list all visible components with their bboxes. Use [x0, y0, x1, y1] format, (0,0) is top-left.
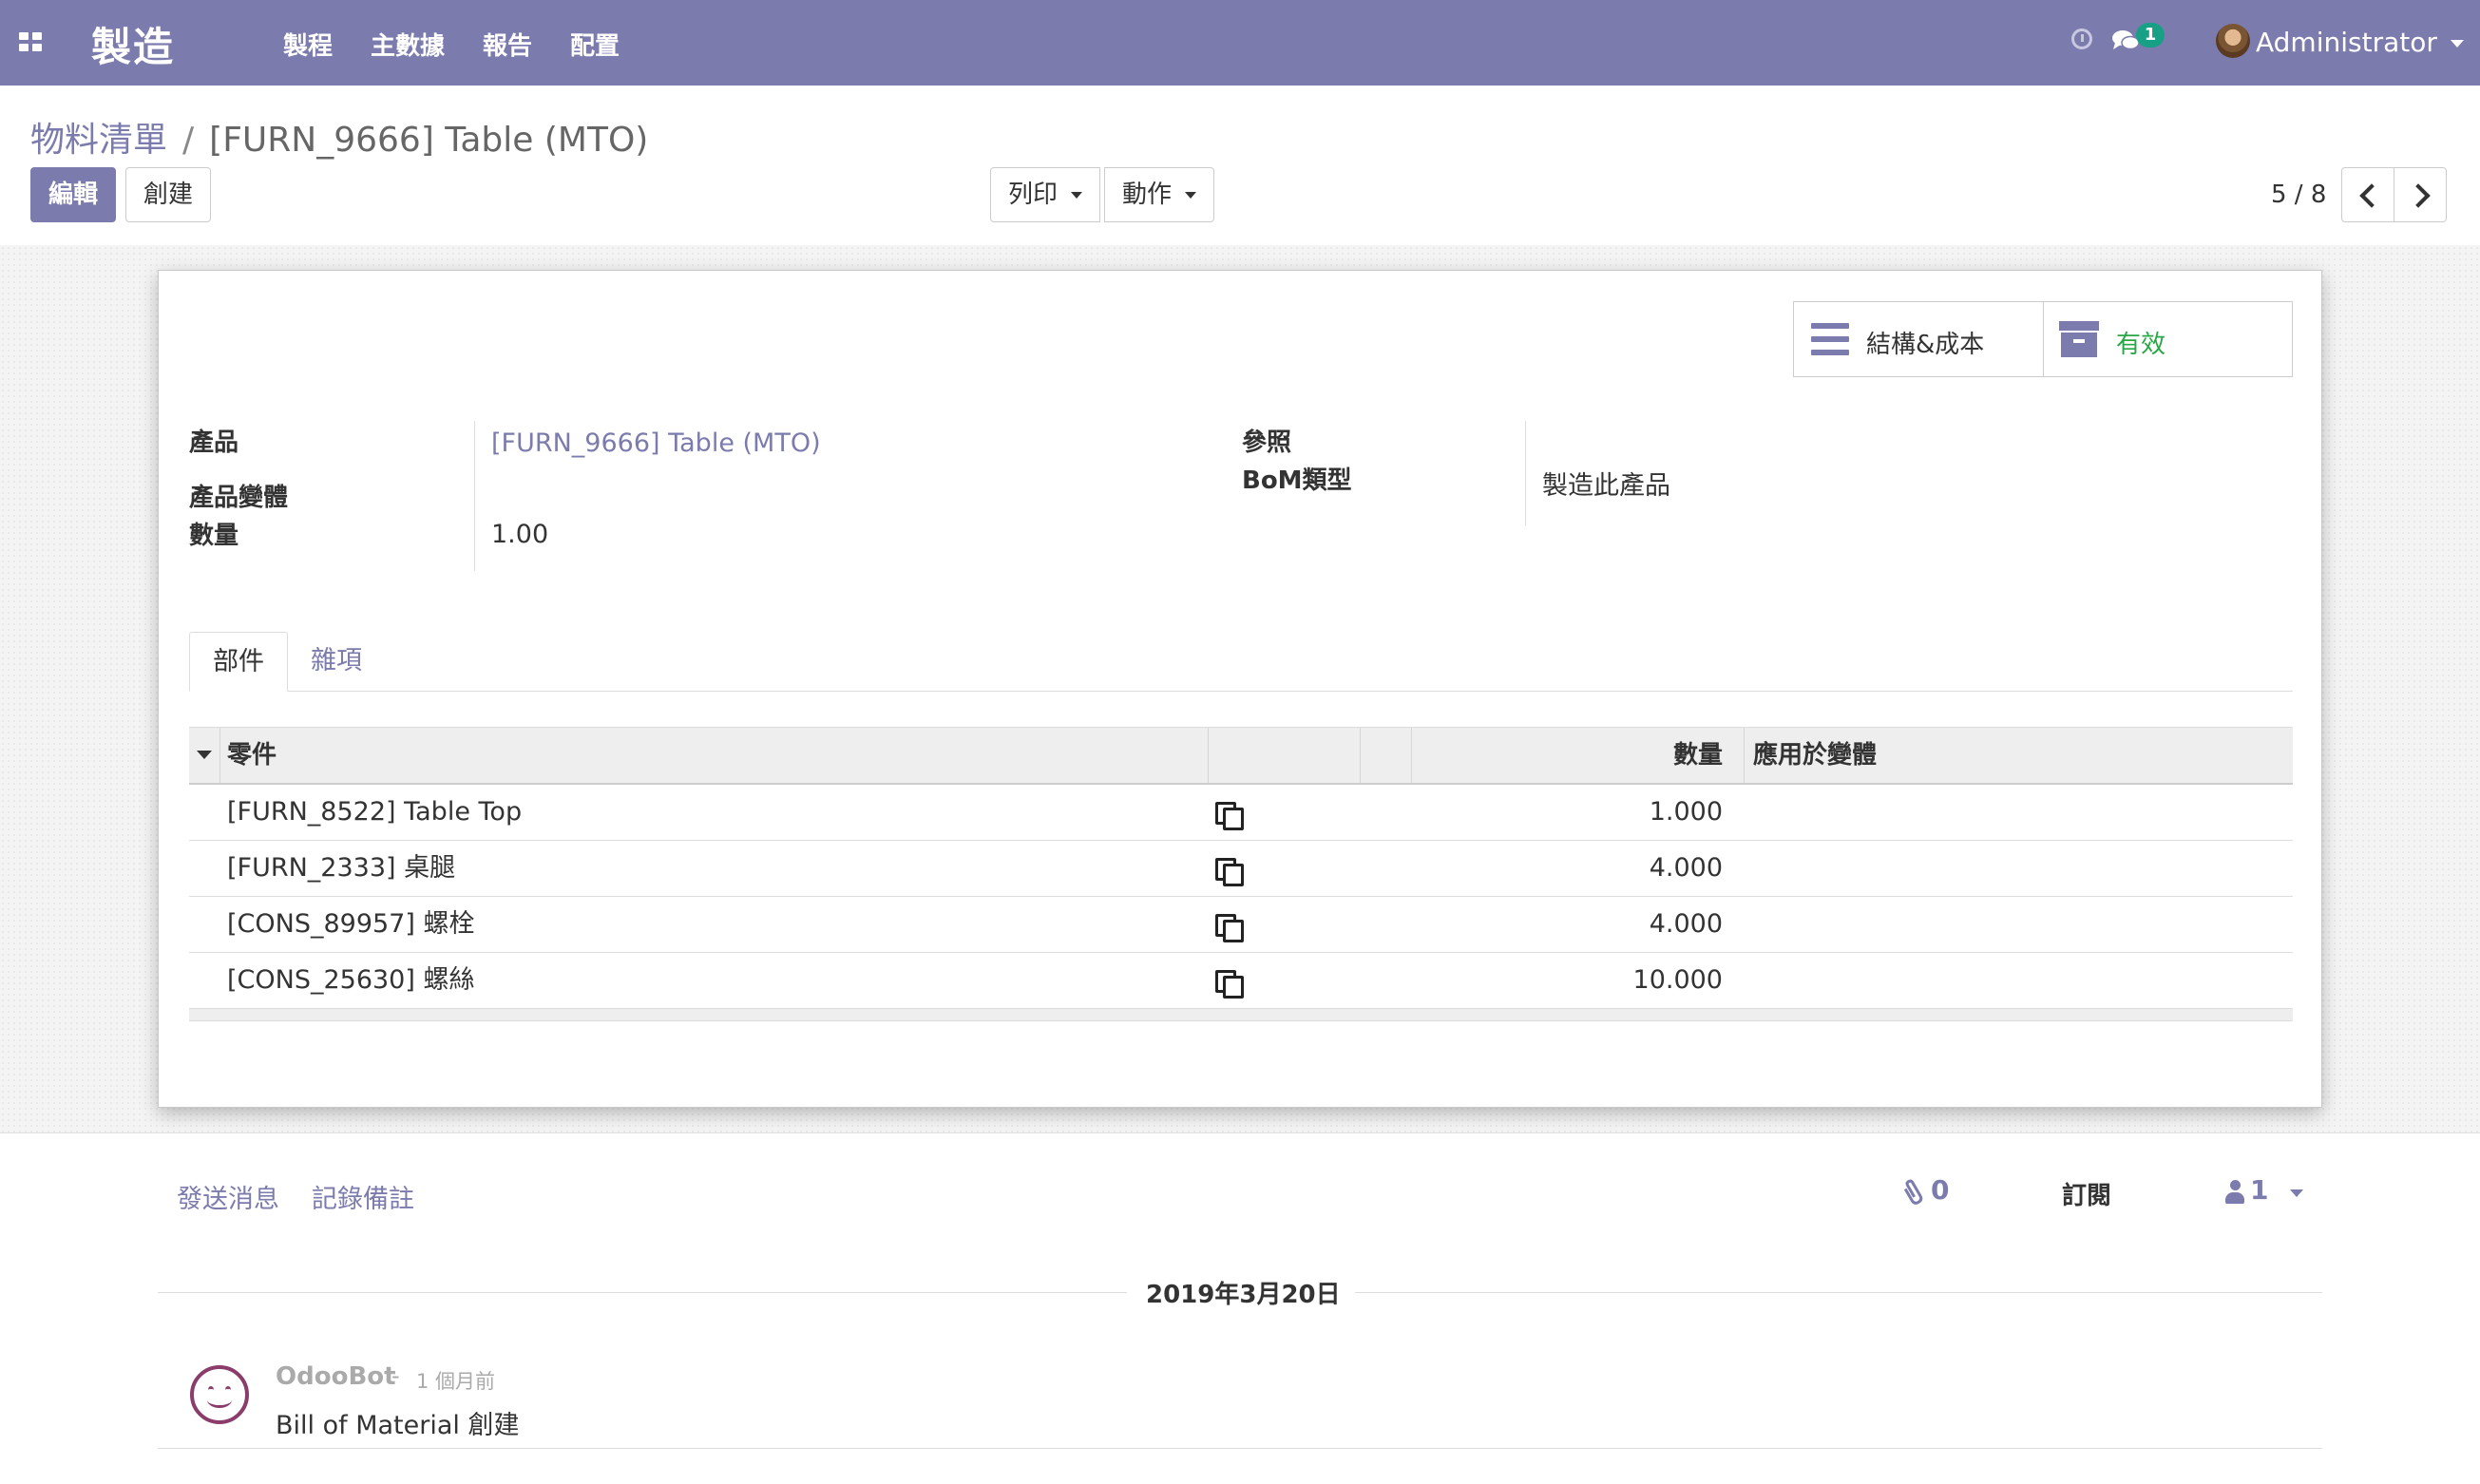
- pager-value[interactable]: 5 / 8: [2271, 181, 2326, 209]
- notebook-tabs: 部件 雜項: [189, 632, 2293, 692]
- tab-components[interactable]: 部件: [189, 632, 288, 692]
- active-label: 有效: [2116, 331, 2166, 359]
- quantity-field[interactable]: 1.00: [491, 520, 548, 549]
- create-button[interactable]: 創建: [125, 167, 212, 222]
- avatar[interactable]: [2216, 24, 2250, 58]
- column-header-component[interactable]: 零件: [227, 728, 277, 783]
- table-footer: [189, 1009, 2293, 1021]
- print-dropdown[interactable]: 列印: [990, 167, 1101, 222]
- component-qty: 1.000: [1649, 797, 1723, 827]
- component-qty: 4.000: [1649, 853, 1723, 883]
- component-qty: 10.000: [1632, 965, 1723, 995]
- message-divider: [158, 1448, 2322, 1449]
- tab-miscellaneous[interactable]: 雜項: [288, 632, 385, 691]
- bom-type-label: BoM類型: [1242, 466, 1352, 495]
- action-dropdown[interactable]: 動作: [1104, 167, 1215, 222]
- date-separator: 2019年3月20日: [1146, 1281, 1341, 1309]
- chevron-down-icon[interactable]: [2290, 1189, 2303, 1197]
- control-panel: 物料清單 / [FURN_9666] Table (MTO) 編輯 創建 列印 動作…: [0, 86, 2480, 246]
- clock-icon[interactable]: [2071, 29, 2092, 49]
- smart-button-box: 結構&成本 有效: [1793, 301, 2293, 377]
- copy-icon[interactable]: [1215, 858, 1244, 886]
- component-name: [FURN_2333] 桌腿: [227, 853, 456, 883]
- table-row[interactable]: [FURN_8522] Table Top 1.000: [189, 785, 2293, 841]
- message-author[interactable]: OdooBot: [276, 1362, 396, 1391]
- menu-item-reporting[interactable]: 報告: [483, 27, 532, 62]
- date-separator-line: [158, 1292, 1127, 1293]
- chevron-down-icon: [1071, 192, 1083, 199]
- column-header-apply-variants[interactable]: 應用於變體: [1753, 728, 1877, 783]
- app-brand: 製造: [91, 24, 176, 70]
- message-body: Bill of Material 創建: [276, 1411, 520, 1440]
- component-qty: 4.000: [1649, 909, 1723, 939]
- breadcrumb-separator: /: [182, 121, 195, 160]
- breadcrumb-root[interactable]: 物料清單: [30, 121, 167, 160]
- copy-icon[interactable]: [1215, 802, 1244, 830]
- table-row[interactable]: [CONS_89957] 螺栓 4.000: [189, 897, 2293, 953]
- structure-cost-label: 結構&成本: [1866, 331, 1985, 359]
- sort-caret-icon[interactable]: [197, 751, 212, 759]
- table-row[interactable]: [FURN_2333] 桌腿 4.000: [189, 841, 2293, 897]
- print-label: 列印: [1008, 181, 1059, 209]
- structure-cost-button[interactable]: 結構&成本: [1794, 302, 2043, 376]
- copy-icon[interactable]: [1215, 914, 1244, 942]
- follower-count[interactable]: 1: [2250, 1174, 2268, 1206]
- product-label: 產品: [189, 428, 239, 457]
- edit-button[interactable]: 編輯: [30, 167, 117, 222]
- component-name: [FURN_8522] Table Top: [227, 797, 523, 827]
- product-variant-label: 產品變體: [189, 484, 289, 512]
- bars-icon: [1811, 323, 1849, 355]
- top-navbar: 製造 製程 主數據 報告 配置 1 Administrator: [0, 0, 2480, 86]
- log-note-button[interactable]: 記錄備註: [312, 1178, 414, 1215]
- user-icon[interactable]: [2225, 1180, 2244, 1205]
- message-dash: -: [391, 1362, 400, 1389]
- components-table: 零件 數量 應用於變體 [FURN_8522] Table Top 1.000 …: [189, 727, 2293, 1021]
- quantity-label: 數量: [189, 522, 239, 550]
- main-menu: 製程 主數據 報告 配置: [283, 27, 620, 62]
- date-separator-line: [1355, 1292, 2322, 1293]
- breadcrumb: 物料清單 / [FURN_9666] Table (MTO): [30, 112, 648, 162]
- product-field[interactable]: [FURN_9666] Table (MTO): [491, 428, 821, 458]
- menu-item-operations[interactable]: 製程: [283, 27, 333, 62]
- chevron-down-icon: [2450, 40, 2464, 48]
- pager-next-button[interactable]: [2394, 167, 2447, 222]
- breadcrumb-current: [FURN_9666] Table (MTO): [209, 121, 649, 160]
- component-name: [CONS_89957] 螺栓: [227, 909, 475, 939]
- menu-item-master-data[interactable]: 主數據: [371, 27, 445, 62]
- form-sheet: 結構&成本 有效 產品 產品變體 數量 [FURN_9666] Table (M…: [158, 270, 2322, 1108]
- archive-icon: [2059, 321, 2099, 357]
- table-row[interactable]: [CONS_25630] 螺絲 10.000: [189, 953, 2293, 1009]
- chevron-left-icon: [2359, 183, 2384, 208]
- column-header-quantity[interactable]: 數量: [1609, 728, 1723, 783]
- apps-icon[interactable]: [19, 32, 44, 53]
- odoobot-avatar: [190, 1365, 249, 1424]
- chevron-right-icon: [2406, 183, 2431, 208]
- field-divider: [474, 421, 475, 571]
- table-header: 零件 數量 應用於變體: [189, 727, 2293, 785]
- chat-count-badge: 1: [2136, 23, 2165, 48]
- active-toggle-button[interactable]: 有效: [2043, 302, 2292, 376]
- follow-button[interactable]: 訂閱: [2062, 1176, 2111, 1211]
- user-name: Administrator: [2256, 27, 2437, 58]
- field-divider: [1525, 421, 1526, 525]
- reference-label: 參照: [1242, 428, 1292, 457]
- chevron-down-icon: [1185, 192, 1197, 199]
- menu-item-configuration[interactable]: 配置: [570, 27, 620, 62]
- bom-type-field[interactable]: 製造此產品: [1542, 465, 1670, 502]
- action-label: 動作: [1122, 181, 1173, 209]
- component-name: [CONS_25630] 螺絲: [227, 965, 475, 995]
- attachment-count[interactable]: 0: [1931, 1174, 1949, 1206]
- message-date: 1 個月前: [416, 1370, 496, 1393]
- user-menu[interactable]: Administrator: [2256, 27, 2464, 58]
- pager-previous-button[interactable]: [2341, 167, 2394, 222]
- send-message-button[interactable]: 發送消息: [177, 1178, 279, 1215]
- paperclip-icon[interactable]: [1902, 1178, 1923, 1207]
- copy-icon[interactable]: [1215, 970, 1244, 999]
